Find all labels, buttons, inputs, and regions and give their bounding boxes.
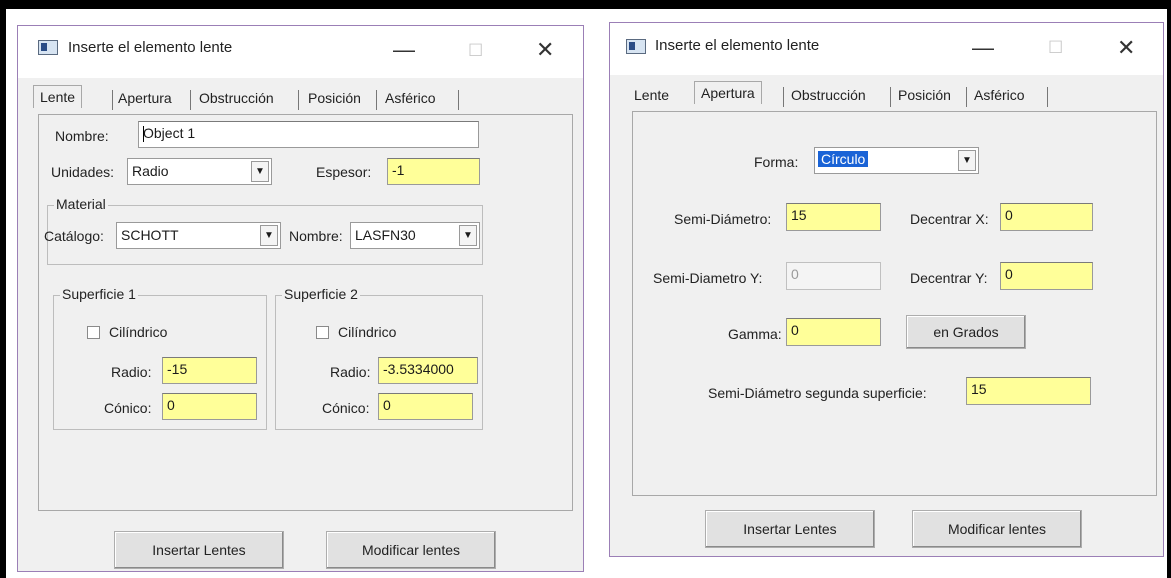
tab-posicion[interactable]: Posición (898, 87, 951, 103)
left-dialog-window: Inserte el elemento lente — ☐ ✕ Lente Ap… (17, 25, 584, 572)
close-button[interactable]: ✕ (536, 39, 554, 61)
left-dialog-body: Lente Apertura Obstrucción Posición Asfé… (18, 78, 583, 571)
semi-diametro-segunda-input[interactable]: 15 (966, 377, 1091, 405)
forma-select[interactable]: Círculo ▼ (814, 147, 979, 174)
espesor-label: Espesor: (316, 164, 372, 180)
unidades-value: Radio (132, 163, 169, 179)
semi-diametro-y-input: 0 (786, 262, 881, 290)
modificar-lentes-button[interactable]: Modificar lentes (912, 510, 1082, 548)
cilindrico-2-label: Cilíndrico (338, 324, 397, 340)
chevron-down-icon[interactable]: ▼ (459, 225, 477, 246)
right-window-title: Inserte el elemento lente (655, 37, 820, 54)
tab-separator (298, 90, 299, 110)
semi-diametro-segunda-label: Semi-Diámetro segunda superficie: (708, 385, 927, 401)
semi-diametro-input[interactable]: 15 (786, 203, 881, 231)
maximize-button[interactable]: ☐ (1048, 39, 1063, 56)
chevron-down-icon[interactable]: ▼ (260, 225, 278, 246)
app-icon (626, 39, 646, 54)
catalogo-value: SCHOTT (121, 227, 179, 243)
nombre-label: Nombre: (55, 128, 109, 144)
decentrar-y-label: Decentrar Y: (910, 270, 988, 286)
image-border-right (1167, 0, 1171, 578)
radio-1-input[interactable]: -15 (162, 357, 257, 384)
conico-1-input[interactable]: 0 (162, 393, 257, 420)
cilindrico-1-label: Cilíndrico (109, 324, 168, 340)
catalogo-label: Catálogo: (44, 228, 104, 244)
tab-separator (783, 87, 784, 107)
modificar-lentes-button[interactable]: Modificar lentes (326, 531, 496, 569)
minimize-button[interactable]: — (393, 39, 415, 61)
gamma-label: Gamma: (728, 326, 782, 342)
material-group: Material Catálogo: SCHOTT ▼ Nombre: LASF… (44, 196, 483, 265)
conico-2-label: Cónico: (322, 400, 370, 416)
chevron-down-icon[interactable]: ▼ (251, 161, 269, 182)
right-titlebar: Inserte el elemento lente — ☐ ✕ (610, 23, 1163, 75)
close-button[interactable]: ✕ (1117, 37, 1135, 59)
tab-posicion[interactable]: Posición (308, 90, 361, 106)
cilindrico-1-checkbox[interactable] (87, 326, 100, 339)
tab-obstruccion[interactable]: Obstrucción (791, 87, 866, 103)
tab-separator (1047, 87, 1048, 107)
conico-2-input[interactable]: 0 (378, 393, 473, 420)
nombre-input[interactable]: Object 1 (138, 121, 479, 148)
forma-label: Forma: (754, 154, 799, 170)
superficie-2-group: Superficie 2 Cilíndrico Radio: -3.533400… (275, 286, 483, 430)
image-border-left (0, 0, 6, 578)
superficie-1-title: Superficie 1 (60, 286, 138, 302)
tab-panel-lente: Nombre: Object 1 Unidades: Radio ▼ Espes… (38, 114, 573, 511)
decentrar-x-label: Decentrar X: (910, 211, 989, 227)
cilindrico-2-checkbox[interactable] (316, 326, 329, 339)
forma-value: Círculo (818, 151, 869, 167)
en-grados-button[interactable]: en Grados (906, 315, 1026, 349)
insertar-lentes-button[interactable]: Insertar Lentes (114, 531, 284, 569)
tab-separator (190, 90, 191, 110)
left-window-title: Inserte el elemento lente (68, 39, 233, 56)
tab-apertura[interactable]: Apertura (118, 90, 172, 106)
unidades-label: Unidades: (51, 164, 115, 180)
tab-separator (458, 90, 459, 110)
insertar-lentes-button[interactable]: Insertar Lentes (705, 510, 875, 548)
tab-separator (112, 90, 113, 110)
left-titlebar: Inserte el elemento lente — ☐ ✕ (18, 26, 583, 78)
maximize-button[interactable]: ☐ (468, 42, 483, 59)
semi-diametro-label: Semi-Diámetro: (674, 211, 772, 227)
tab-separator (890, 87, 891, 107)
material-nombre-select[interactable]: LASFN30 ▼ (350, 222, 480, 249)
espesor-input[interactable]: -1 (387, 158, 480, 185)
tab-lente[interactable]: Lente (33, 85, 83, 108)
text-caret (143, 126, 144, 142)
semi-diametro-y-label: Semi-Diametro Y: (653, 270, 763, 286)
material-nombre-label: Nombre: (289, 228, 343, 244)
minimize-button[interactable]: — (972, 37, 994, 59)
conico-1-label: Cónico: (104, 400, 152, 416)
superficie-1-group: Superficie 1 Cilíndrico Radio: -15 Cónic… (53, 286, 267, 430)
tab-obstruccion[interactable]: Obstrucción (199, 90, 274, 106)
app-icon (38, 40, 58, 55)
right-dialog-window: Inserte el elemento lente — ☐ ✕ Lente Ap… (609, 22, 1164, 557)
chevron-down-icon[interactable]: ▼ (958, 150, 976, 171)
tab-asferico[interactable]: Asférico (385, 90, 436, 106)
material-nombre-value: LASFN30 (355, 227, 416, 243)
catalogo-select[interactable]: SCHOTT ▼ (116, 222, 281, 249)
right-dialog-body: Lente Apertura Obstrucción Posición Asfé… (610, 75, 1163, 556)
gamma-input[interactable]: 0 (786, 318, 881, 346)
tab-separator (966, 87, 967, 107)
tab-panel-apertura: Forma: Círculo ▼ Semi-Diámetro: 15 Decen… (632, 111, 1157, 496)
tab-asferico[interactable]: Asférico (974, 87, 1025, 103)
decentrar-y-input[interactable]: 0 (1000, 262, 1093, 290)
tab-separator (376, 90, 377, 110)
superficie-2-title: Superficie 2 (282, 286, 360, 302)
radio-2-label: Radio: (330, 364, 371, 380)
tab-lente[interactable]: Lente (634, 87, 669, 103)
material-group-title: Material (54, 196, 108, 212)
radio-2-input[interactable]: -3.5334000 (378, 357, 478, 384)
radio-1-label: Radio: (111, 364, 152, 380)
decentrar-x-input[interactable]: 0 (1000, 203, 1093, 231)
image-border-top (0, 0, 1171, 9)
tab-apertura[interactable]: Apertura (694, 81, 762, 104)
unidades-select[interactable]: Radio ▼ (127, 158, 272, 185)
